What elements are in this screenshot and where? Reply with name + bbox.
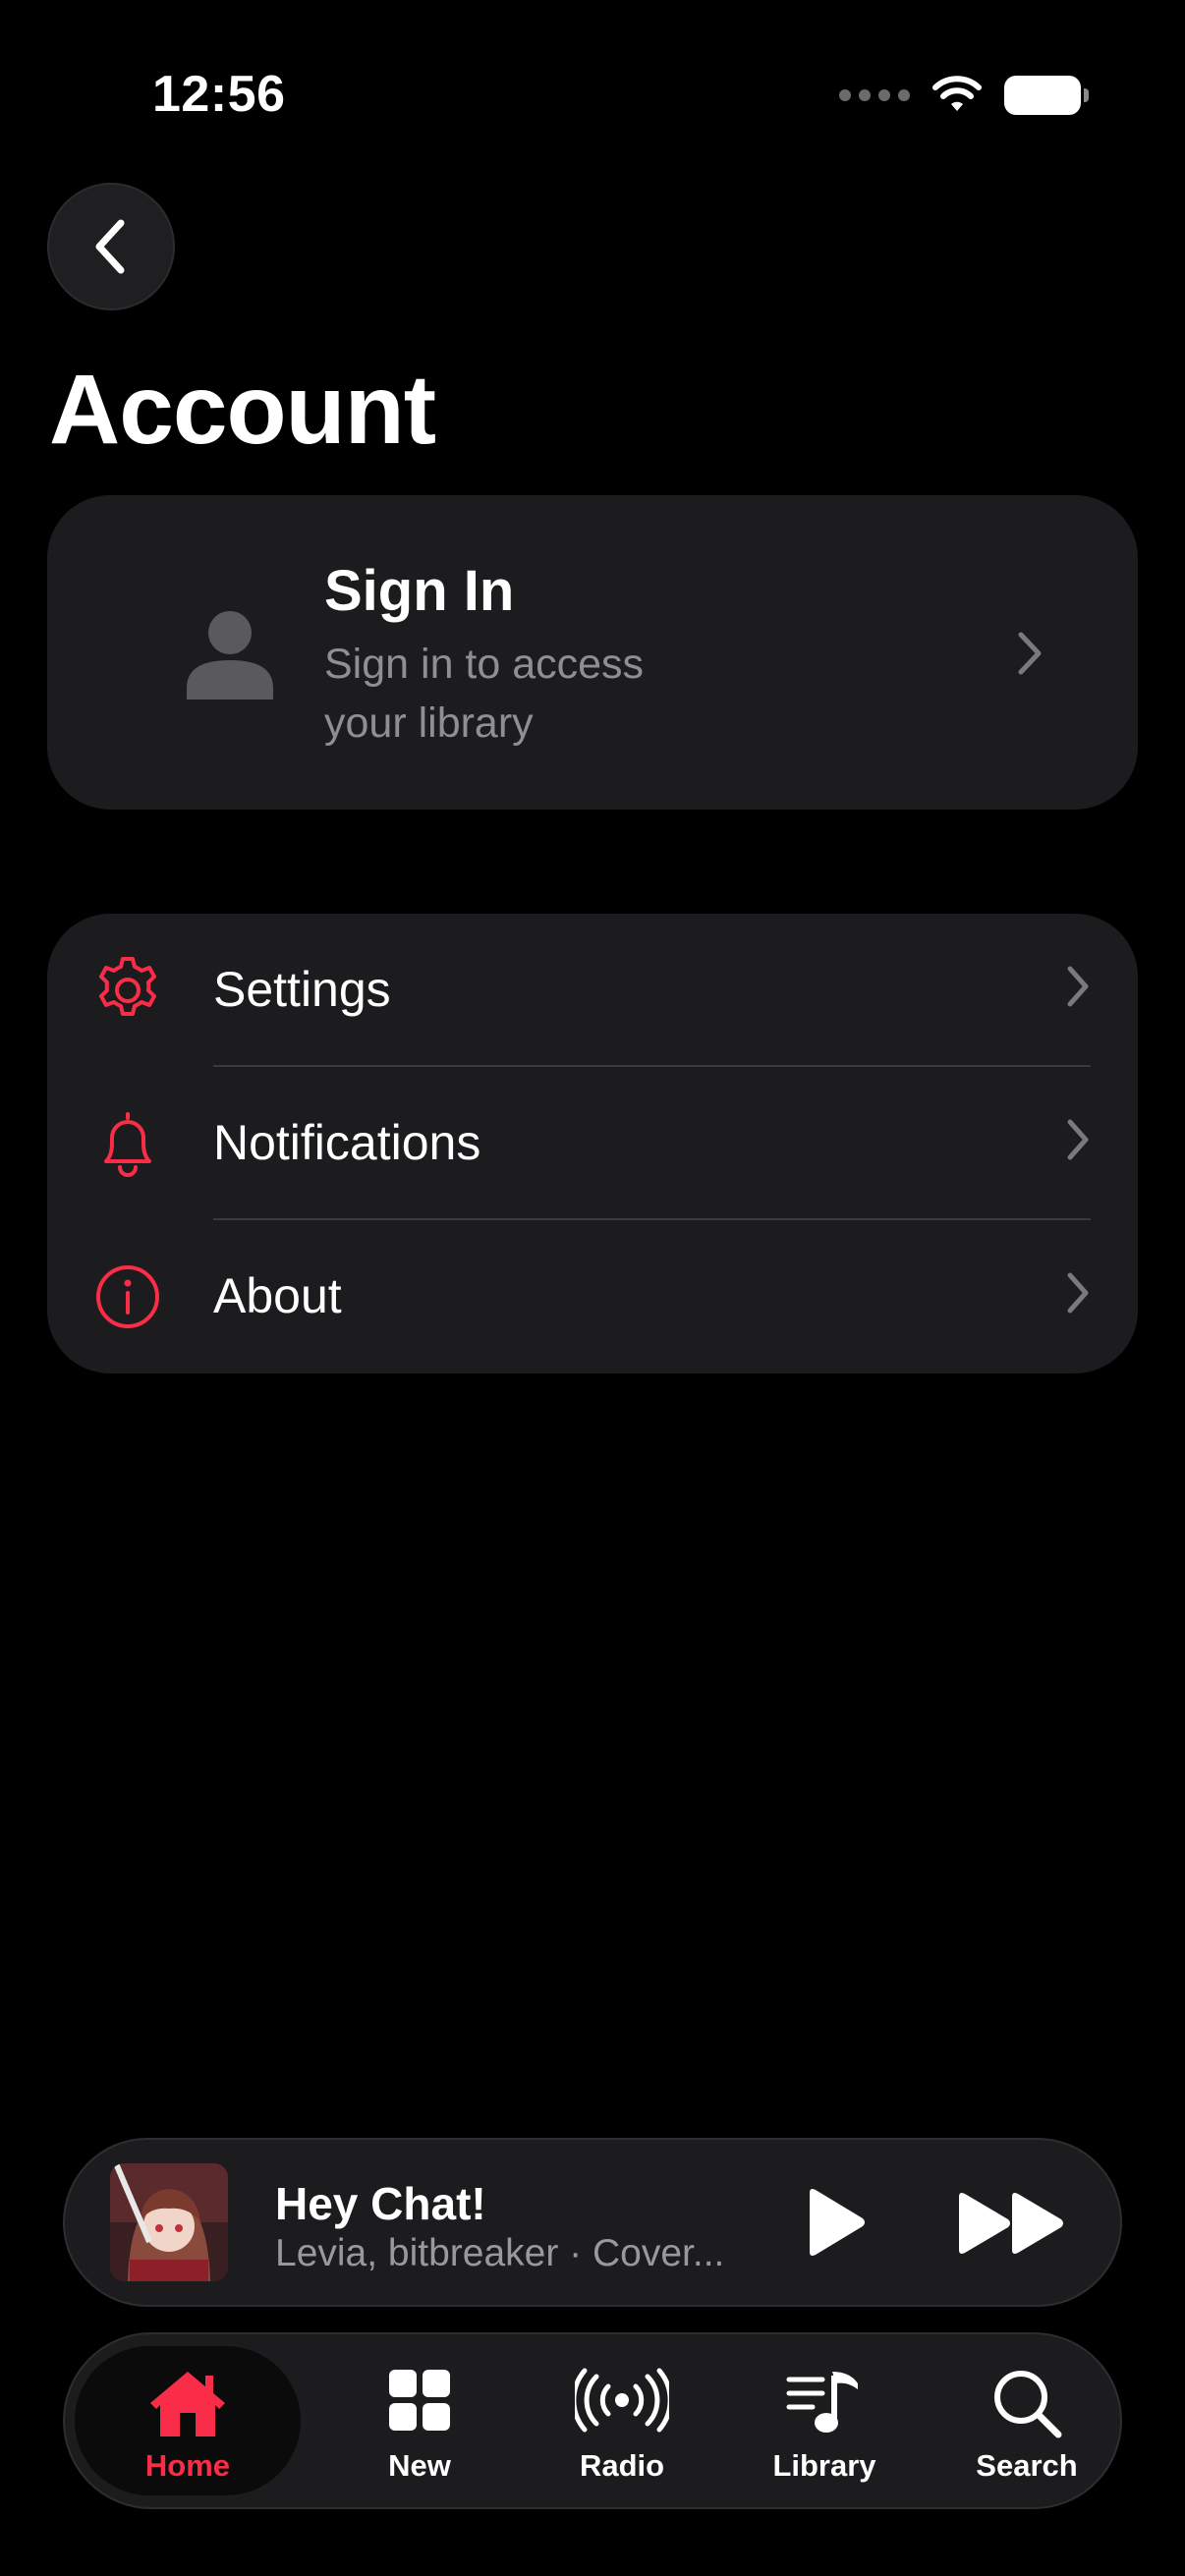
- status-indicators: [839, 71, 1089, 120]
- chevron-right-icon: [1067, 966, 1089, 1007]
- sign-in-subtitle: Sign in to access your library: [324, 641, 645, 747]
- info-icon: [96, 1265, 159, 1328]
- cellular-signal-icon: [839, 89, 910, 101]
- menu-item-about[interactable]: About: [47, 1220, 1138, 1373]
- menu-item-notifications[interactable]: Notifications: [47, 1067, 1138, 1220]
- music-library-icon: [786, 2372, 858, 2433]
- fast-forward-button[interactable]: [955, 2191, 1069, 2256]
- chevron-right-icon: [1067, 1119, 1089, 1160]
- tab-label: Radio: [579, 2448, 665, 2483]
- tab-label: New: [388, 2448, 451, 2483]
- tab-search[interactable]: Search: [926, 2334, 1128, 2507]
- tab-new[interactable]: New: [318, 2334, 521, 2507]
- tab-label: Home: [144, 2448, 231, 2483]
- page-title: Account: [49, 355, 436, 465]
- menu-item-label: Notifications: [213, 1115, 481, 1170]
- play-button[interactable]: [804, 2187, 869, 2258]
- now-playing-subtitle: Levia, bitbreaker · Cover...: [275, 2232, 725, 2274]
- battery-icon: [1004, 76, 1089, 115]
- now-playing-title: Hey Chat!: [275, 2178, 486, 2229]
- chevron-right-icon: [1018, 632, 1042, 675]
- menu-item-label: About: [213, 1268, 342, 1323]
- gear-icon: [99, 957, 156, 1016]
- sign-in-title: Sign In: [324, 559, 515, 623]
- person-icon: [187, 611, 273, 700]
- wifi-icon: [932, 76, 982, 111]
- grid-icon: [389, 2370, 450, 2431]
- album-artwork[interactable]: [110, 2163, 228, 2281]
- tab-home[interactable]: Home: [65, 2334, 310, 2507]
- search-icon: [994, 2371, 1062, 2438]
- menu-item-label: Settings: [213, 962, 391, 1017]
- status-time: 12:56: [152, 66, 286, 123]
- broadcast-icon: [575, 2368, 669, 2433]
- bell-icon: [104, 1112, 151, 1177]
- tab-library[interactable]: Library: [723, 2334, 926, 2507]
- chevron-right-icon: [1067, 1272, 1089, 1314]
- tab-bar: Home New Radio Library Search: [63, 2332, 1122, 2509]
- tab-label: Search: [976, 2448, 1078, 2483]
- menu-card: Settings Notifications About: [47, 914, 1138, 1373]
- house-icon: [150, 2372, 225, 2436]
- menu-item-settings[interactable]: Settings: [47, 914, 1138, 1067]
- chevron-left-icon: [95, 219, 125, 274]
- tab-radio[interactable]: Radio: [521, 2334, 723, 2507]
- tab-label: Library: [772, 2448, 876, 2483]
- mini-player[interactable]: Hey Chat! Levia, bitbreaker · Cover...: [63, 2138, 1122, 2307]
- sign-in-card[interactable]: Sign In Sign in to access your library: [47, 495, 1138, 810]
- back-button[interactable]: [47, 183, 175, 310]
